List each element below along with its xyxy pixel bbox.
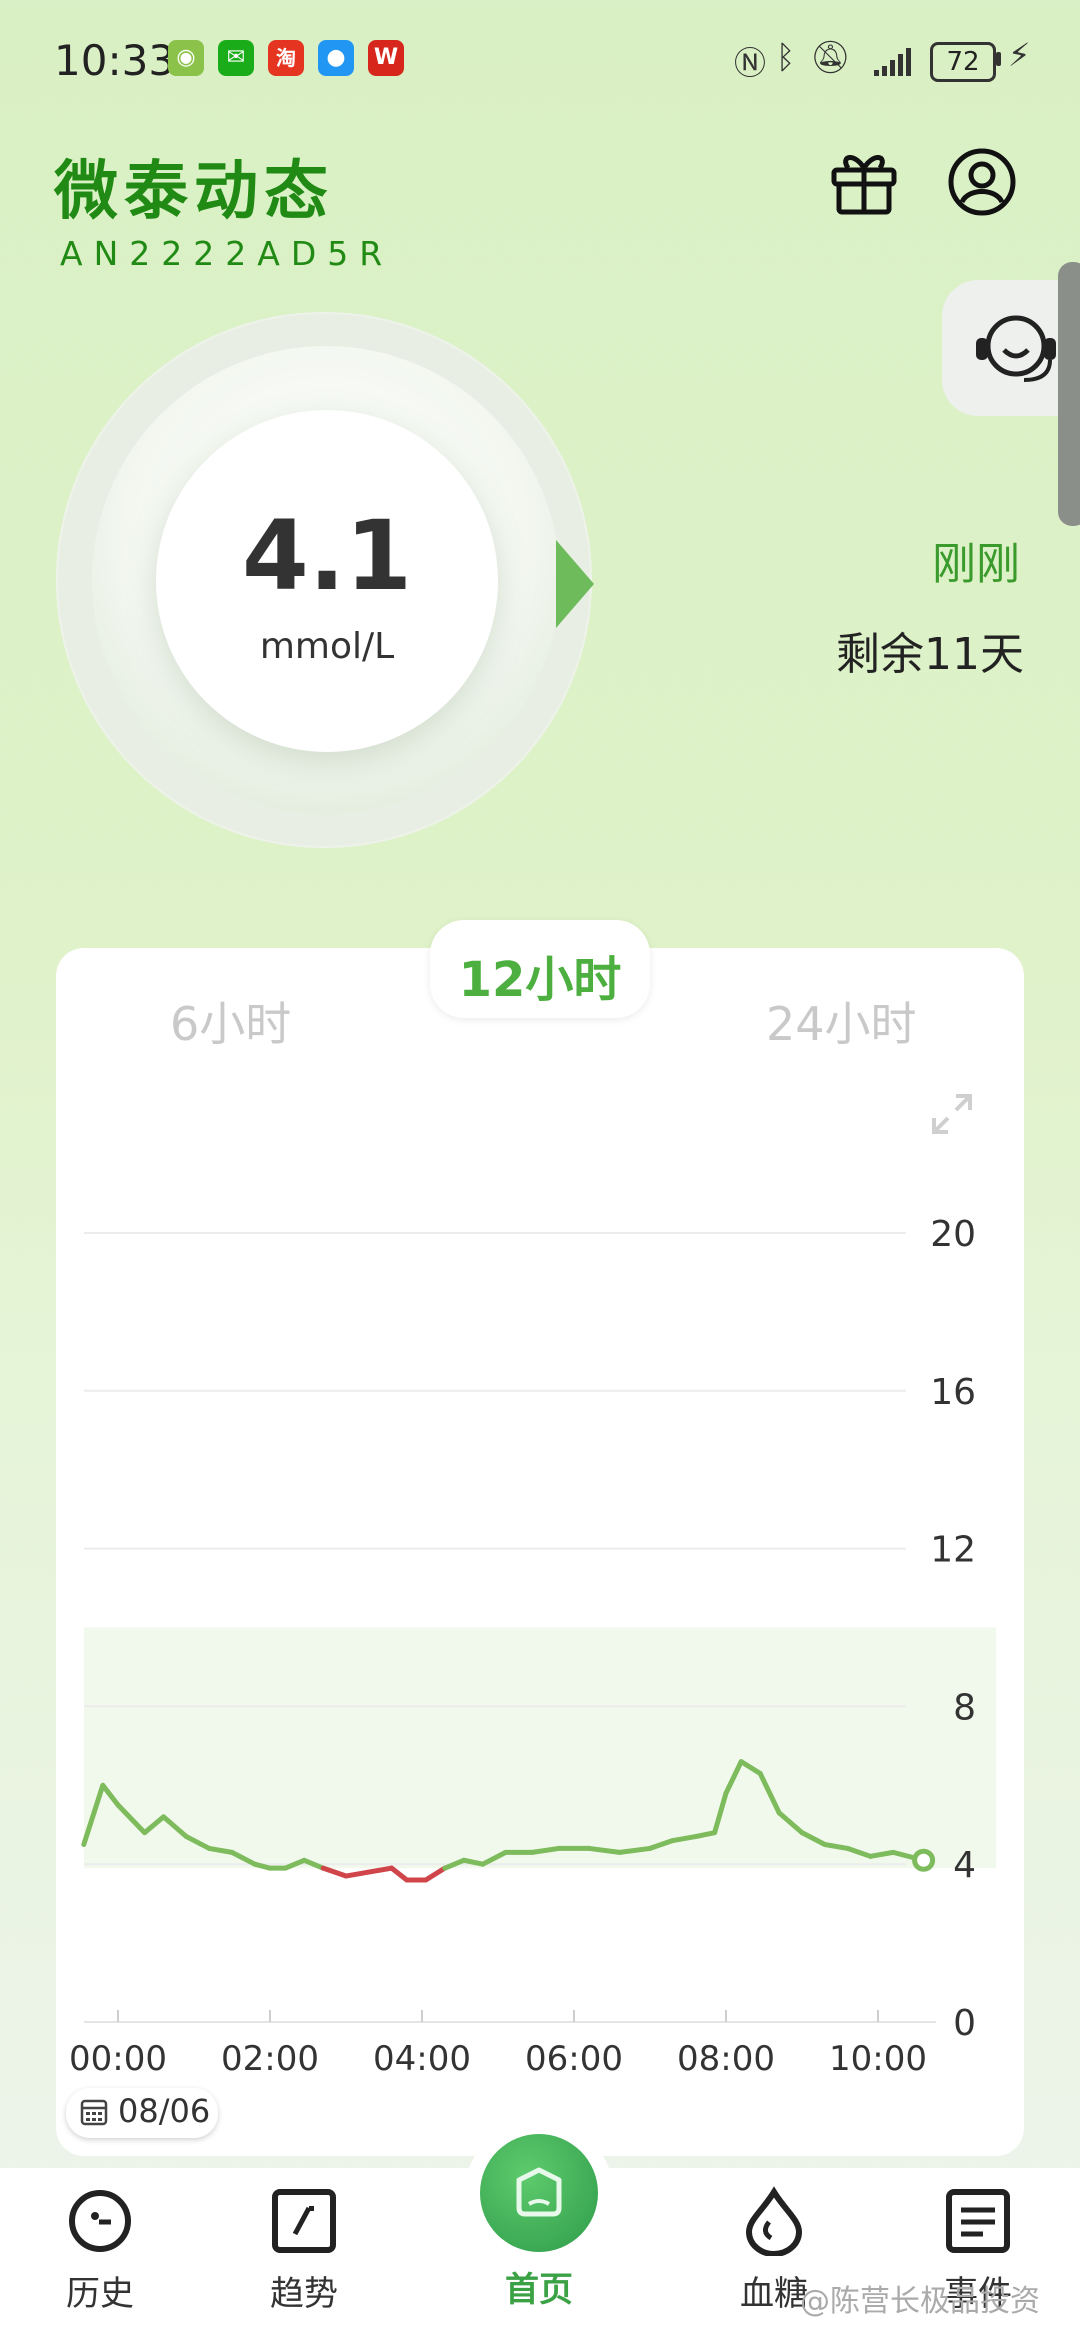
x-tick-label: 06:00 bbox=[525, 2039, 623, 2079]
wechat-icon: ✉ bbox=[218, 40, 254, 76]
expand-icon[interactable] bbox=[930, 1092, 974, 1136]
battery-indicator: 72 bbox=[930, 42, 996, 82]
glucose-line-chart: 20 16 12 8 4 0 00:00 02:00 04:00 06:00 08:00 10:00 bbox=[69, 1214, 996, 2079]
glucose-line-segment bbox=[366, 1865, 395, 1875]
side-drawer-handle[interactable] bbox=[1058, 262, 1080, 526]
home-button[interactable] bbox=[480, 2134, 598, 2252]
x-tick-label: 02:00 bbox=[221, 2039, 319, 2079]
nav-history[interactable] bbox=[30, 2186, 170, 2260]
glucose-line-segment bbox=[343, 1869, 372, 1879]
messages-icon: ● bbox=[318, 40, 354, 76]
nav-events[interactable] bbox=[908, 2186, 1048, 2260]
glucose-line-segment bbox=[320, 1865, 349, 1879]
gift-icon[interactable] bbox=[828, 146, 900, 218]
calendar-icon bbox=[80, 2099, 108, 2126]
tab-12h[interactable]: 12小时 bbox=[430, 940, 650, 1010]
wps-icon: W bbox=[368, 40, 404, 76]
glucose-unit: mmol/L bbox=[259, 626, 395, 667]
y-tick-label: 0 bbox=[953, 2003, 976, 2044]
nav-trend[interactable] bbox=[234, 2186, 374, 2260]
headset-icon bbox=[976, 315, 1056, 382]
status-bar: 10:33 ◉ ✉ 淘 ● W Ⓝ ᛒ 🔕︎ 72 ⚡︎ bbox=[0, 0, 1080, 124]
glucose-line-segment bbox=[423, 1865, 448, 1883]
history-icon bbox=[69, 2190, 131, 2252]
nav-history-label[interactable]: 历史 bbox=[30, 2266, 170, 2315]
y-tick-label: 16 bbox=[930, 1372, 976, 1413]
tab-6h[interactable]: 6小时 bbox=[170, 988, 291, 1054]
y-tick-label: 12 bbox=[930, 1530, 976, 1571]
y-tick-label: 4 bbox=[953, 1845, 976, 1886]
sensor-remaining-days: 剩余11天 bbox=[836, 629, 1024, 680]
blood-drop-icon bbox=[745, 2186, 803, 2257]
app-notification-icon: ◉ bbox=[168, 40, 204, 76]
trend-arrow-icon bbox=[556, 540, 594, 628]
taobao-icon: 淘 bbox=[268, 40, 304, 76]
chart-date: 08/06 bbox=[118, 2092, 211, 2130]
app-title: 微泰动态 bbox=[54, 155, 334, 229]
charging-icon: ⚡︎ bbox=[1008, 36, 1031, 74]
nav-glucose[interactable] bbox=[704, 2186, 844, 2260]
sensor-serial: AN2222AD5R bbox=[60, 234, 394, 273]
x-tick-label: 04:00 bbox=[373, 2039, 471, 2079]
events-icon bbox=[946, 2189, 1010, 2253]
nav-trend-label[interactable]: 趋势 bbox=[234, 2266, 374, 2315]
trend-icon bbox=[272, 2189, 336, 2253]
home-icon bbox=[516, 2167, 562, 2217]
nfc-icon: Ⓝ bbox=[734, 44, 767, 82]
y-tick-label: 20 bbox=[930, 1214, 976, 1255]
x-tick-label: 00:00 bbox=[69, 2039, 167, 2079]
last-update-label: 刚刚 bbox=[932, 539, 1020, 590]
bluetooth-icon: ᛒ bbox=[776, 38, 796, 76]
nav-home-label[interactable]: 首页 bbox=[464, 2262, 614, 2311]
battery-tip bbox=[996, 52, 1001, 66]
tab-24h[interactable]: 24小时 bbox=[766, 988, 917, 1054]
watermark: @陈营长极品投资 bbox=[800, 2284, 1040, 2319]
x-tick-label: 08:00 bbox=[677, 2039, 775, 2079]
target-range-band bbox=[84, 1627, 996, 1869]
glucose-line-segment bbox=[389, 1865, 410, 1883]
glucose-value: 4.1 bbox=[241, 500, 413, 612]
current-reading-point bbox=[912, 1848, 936, 1872]
y-tick-label: 8 bbox=[953, 1687, 976, 1728]
profile-icon[interactable] bbox=[946, 146, 1018, 218]
x-tick-label: 10:00 bbox=[829, 2039, 927, 2079]
mute-bell-icon: 🔕︎ bbox=[810, 38, 851, 76]
signal-icon bbox=[874, 48, 911, 76]
status-time: 10:33 bbox=[54, 36, 176, 85]
